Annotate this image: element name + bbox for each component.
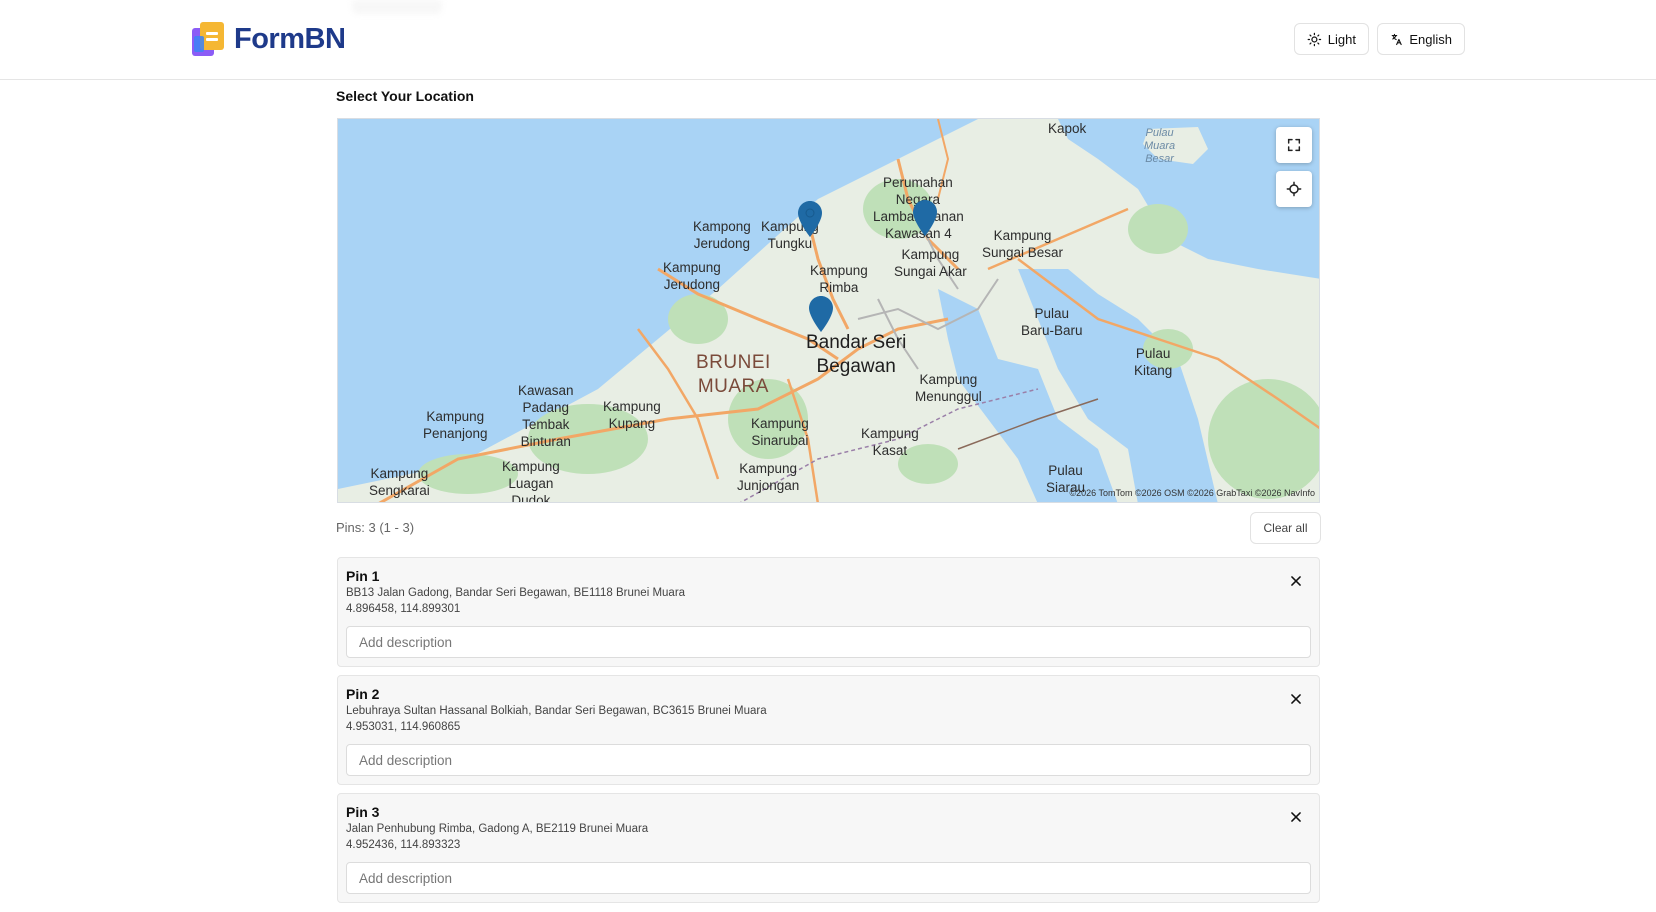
close-icon bbox=[1291, 812, 1301, 822]
pin-coordinates: 4.896458, 114.899301 bbox=[346, 603, 461, 615]
map-label-kampung-rimba: Kampung Rimba bbox=[810, 263, 868, 295]
theme-toggle-button[interactable]: Light bbox=[1294, 23, 1369, 55]
language-select-button[interactable]: English bbox=[1377, 23, 1465, 55]
map-label-kapok: Kapok bbox=[1048, 121, 1087, 136]
map-label-pulau-kitang: Pulau Kitang bbox=[1134, 346, 1173, 378]
map-pin-marker[interactable] bbox=[809, 296, 833, 332]
remove-pin-button[interactable] bbox=[1287, 690, 1305, 708]
pin-title: Pin 2 bbox=[346, 686, 380, 702]
clear-all-button[interactable]: Clear all bbox=[1250, 512, 1321, 544]
map-pin-marker[interactable] bbox=[913, 200, 937, 236]
crosshair-icon bbox=[1286, 181, 1302, 197]
header-ghost-element bbox=[352, 0, 442, 14]
pin-description-input[interactable] bbox=[346, 744, 1311, 776]
map-label-kampung-junjongan: Kampung Junjongan bbox=[737, 461, 800, 493]
map-label-kampung-jerudong-2: Kampung Jerudong bbox=[663, 260, 721, 292]
remove-pin-button[interactable] bbox=[1287, 808, 1305, 826]
pin-card-3: Pin 3 Jalan Penhubung Rimba, Gadong A, B… bbox=[337, 793, 1320, 903]
top-header: FormBN Light English bbox=[0, 0, 1656, 80]
location-map[interactable]: Kapok Pulau Muara Besar Perumahan Negara… bbox=[337, 118, 1320, 503]
pin-coordinates: 4.952436, 114.893323 bbox=[346, 839, 461, 851]
app-logo[interactable]: FormBN bbox=[192, 22, 346, 56]
map-label-kampong-jerudong-1: Kampong Jerudong bbox=[693, 219, 751, 251]
fullscreen-icon bbox=[1287, 138, 1301, 152]
pin-card-1: Pin 1 BB13 Jalan Gadong, Bandar Seri Beg… bbox=[337, 557, 1320, 667]
pins-summary: Pins: 3 (1 - 3) bbox=[336, 520, 415, 535]
close-icon bbox=[1291, 694, 1301, 704]
pin-title: Pin 3 bbox=[346, 804, 380, 820]
map-locate-button[interactable] bbox=[1276, 171, 1312, 207]
map-label-brunei-muara: BRUNEI MUARA bbox=[696, 352, 771, 397]
map-label-bandar-seri-begawan: Bandar Seri Begawan bbox=[806, 332, 907, 377]
map-label-kampung-sengkarai: Kampung Sengkarai bbox=[369, 466, 430, 498]
map-label-pulau-baru-baru: Pulau Baru-Baru bbox=[1021, 306, 1083, 338]
map-label-kampung-menunggul: Kampung Menunggul bbox=[915, 372, 982, 404]
sun-icon bbox=[1307, 32, 1322, 46]
map-label-kampung-luagan: Kampung Luagan Dudok bbox=[502, 459, 560, 503]
location-section-title: Select Your Location bbox=[336, 88, 474, 104]
map-label-kampung-sungai-akar: Kampung Sungai Akar bbox=[894, 247, 967, 279]
pin-address: BB13 Jalan Gadong, Bandar Seri Begawan, … bbox=[346, 587, 686, 599]
app-name: FormBN bbox=[234, 22, 346, 55]
map-label-kawasan-padang: Kawasan Padang Tembak Binturan bbox=[518, 383, 574, 449]
pin-card-2: Pin 2 Lebuhraya Sultan Hassanal Bolkiah,… bbox=[337, 675, 1320, 785]
map-label-kampung-penanjong: Kampung Penanjong bbox=[423, 409, 488, 441]
map-label-kampung-kupang: Kampung Kupang bbox=[603, 399, 661, 431]
translate-icon bbox=[1391, 33, 1402, 45]
pin-description-input[interactable] bbox=[346, 626, 1311, 658]
map-attribution: ©2026 TomTom ©2026 OSM ©2026 GrabTaxi ©2… bbox=[1069, 488, 1316, 498]
formbn-logo-icon bbox=[192, 22, 226, 56]
map-label-pulau-muara-besar: Pulau Muara Besar bbox=[1144, 127, 1176, 165]
map-fullscreen-button[interactable] bbox=[1276, 127, 1312, 163]
pin-address: Jalan Penhubung Rimba, Gadong A, BE2119 … bbox=[346, 823, 649, 835]
language-label: English bbox=[1409, 31, 1452, 47]
map-label-kampung-sungai-besar: Kampung Sungai Besar bbox=[982, 228, 1064, 260]
close-icon bbox=[1291, 576, 1301, 586]
pin-description-input[interactable] bbox=[346, 862, 1311, 894]
map-label-kampung-sinarubai: Kampung Sinarubai bbox=[751, 416, 809, 448]
theme-label: Light bbox=[1327, 31, 1356, 47]
map-pin-marker[interactable] bbox=[798, 201, 822, 237]
pin-coordinates: 4.953031, 114.960865 bbox=[346, 721, 461, 733]
remove-pin-button[interactable] bbox=[1287, 572, 1305, 590]
map-label-kampung-kasat: Kampung Kasat bbox=[861, 426, 919, 458]
pin-address: Lebuhraya Sultan Hassanal Bolkiah, Banda… bbox=[346, 705, 767, 717]
pin-title: Pin 1 bbox=[346, 568, 380, 584]
